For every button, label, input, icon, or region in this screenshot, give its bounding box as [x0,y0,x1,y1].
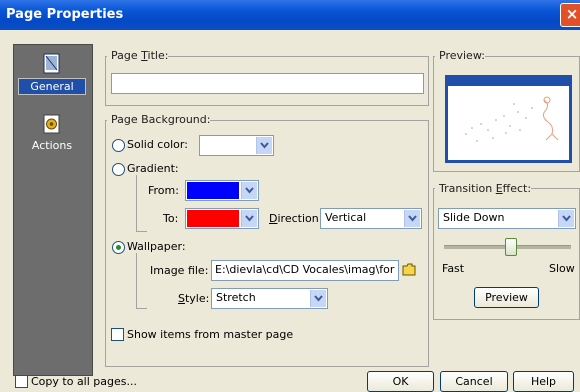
page-title-label: Page Title: [107,47,169,65]
sidebar-item-general[interactable]: General [18,53,86,95]
cancel-button[interactable]: Cancel [440,371,508,392]
from-color-dropdown[interactable] [185,180,259,201]
title-bar: Page Properties × [0,0,580,30]
style-dropdown[interactable]: Stretch [211,288,328,309]
solid-color-label: Solid color: [127,138,188,151]
wallpaper-tree-line [136,253,147,309]
close-button[interactable]: × [560,3,580,27]
direction-label: Direction: [269,212,323,225]
direction-value: Vertical [325,211,367,224]
to-color-dropdown[interactable] [185,208,259,229]
show-master-checkbox[interactable] [111,328,124,341]
folder-icon[interactable] [402,263,416,276]
to-color-swatch [187,210,239,227]
preview-thumbnail [445,75,572,163]
direction-dropdown[interactable]: Vertical [320,208,422,229]
sidebar-item-label: General [18,78,86,95]
copy-to-all-label: Copy to all pages... [31,375,137,388]
category-sidebar: General Actions [13,44,93,376]
sidebar-item-label: Actions [31,139,73,152]
transition-value: Slide Down [443,211,505,224]
slow-label: Slow [549,262,575,275]
copy-to-all-checkbox[interactable] [15,375,28,388]
speed-slider-thumb[interactable] [505,238,517,256]
wallpaper-label: Wallpaper: [127,240,186,253]
page-properties-dialog: Page Properties × General Actions Page T… [0,0,580,392]
from-label: From: [148,184,179,197]
transition-dropdown[interactable]: Slide Down [438,208,576,229]
solid-color-dropdown[interactable] [199,135,274,156]
preview-thumbnail-art [465,96,559,142]
chevron-down-icon [310,290,326,307]
sidebar-item-actions[interactable]: Actions [18,113,86,153]
solid-color-radio[interactable] [112,139,125,152]
preview-header: Preview: [435,47,485,65]
gradient-label: Gradient: [127,162,179,175]
wallpaper-radio[interactable] [112,241,125,254]
fast-label: Fast [442,262,465,275]
style-label: Style: [178,292,210,305]
chevron-down-icon [256,137,272,154]
page-title-input[interactable] [111,73,424,94]
style-value: Stretch [216,291,256,304]
help-button[interactable]: Help [513,371,574,392]
preview-thumbnail-band [448,78,569,86]
chevron-down-icon [404,210,420,227]
image-file-label: Image file: [150,264,209,277]
image-file-input[interactable]: E:\dievla\cd\CD Vocales\imag\for [211,260,399,281]
page-icon [41,53,63,75]
preview-button[interactable]: Preview [474,287,539,308]
chevron-down-icon [241,210,257,227]
from-color-swatch [187,182,239,199]
chevron-down-icon [241,182,257,199]
ok-button[interactable]: OK [367,371,434,392]
actions-icon [41,113,63,135]
to-label: To: [163,212,179,225]
chevron-down-icon [558,210,574,227]
gradient-tree-line [136,175,147,232]
show-master-label: Show items from master page [127,328,294,341]
gradient-radio[interactable] [112,163,125,176]
window-title: Page Properties [6,7,124,22]
page-background-header: Page Background: [107,111,211,129]
transition-header: Transition Effect: [435,180,532,198]
